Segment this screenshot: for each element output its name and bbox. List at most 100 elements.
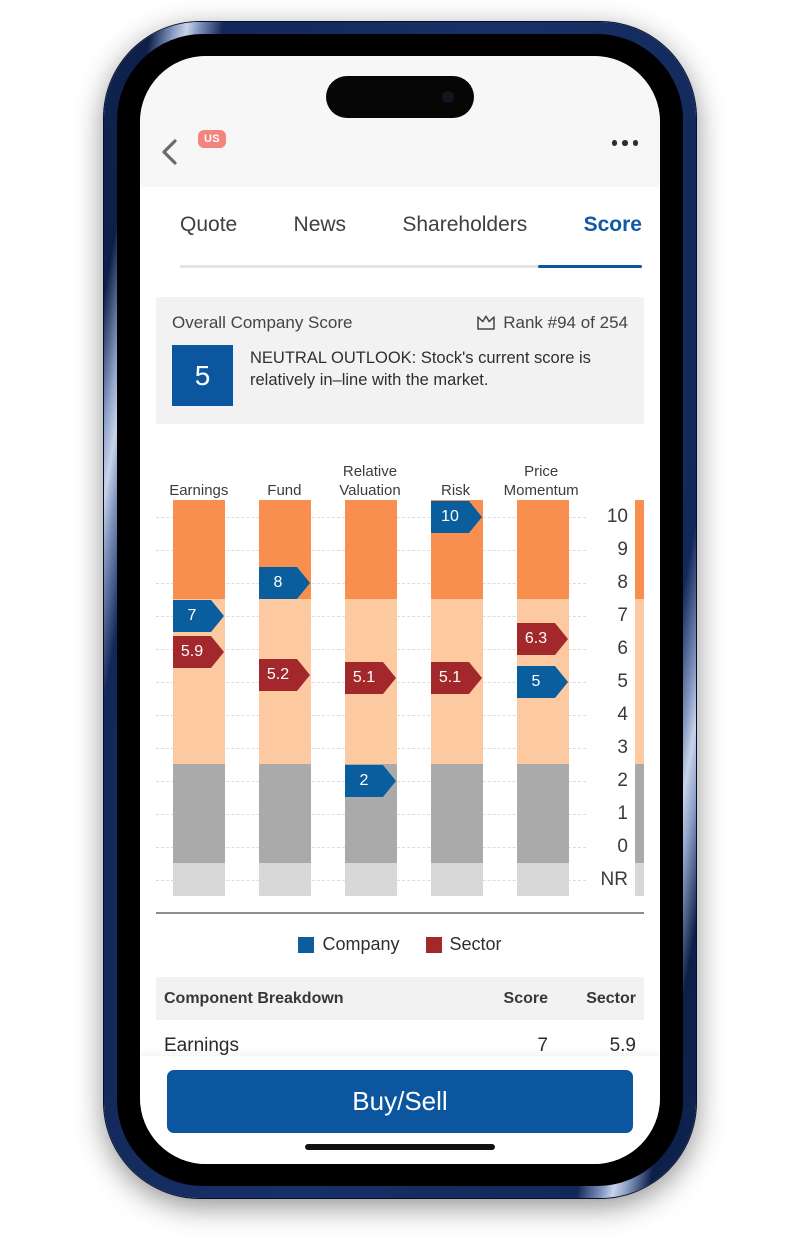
home-indicator[interactable] <box>305 1144 495 1150</box>
scale-strip-zone-high <box>635 500 644 599</box>
bar-zone-low <box>259 764 311 863</box>
bar-column-fund[interactable]: 5.2 8 <box>242 500 328 896</box>
chart-header-risk: Risk <box>440 481 471 499</box>
bar-zone-high <box>517 500 569 599</box>
chart-legend: Company Sector <box>140 934 660 955</box>
bar-stack <box>345 500 397 896</box>
table-row[interactable]: Earnings 7 5.9 <box>156 1020 644 1056</box>
marker-value-label: 2 <box>345 764 383 797</box>
tab-active-indicator <box>538 265 642 268</box>
bar-zone-nr <box>173 863 225 896</box>
marker-value-label: 10 <box>431 500 469 533</box>
ellipsis-dot <box>611 140 617 146</box>
legend-item-sector: Sector <box>425 934 502 955</box>
tab-quote[interactable]: Quote <box>180 213 237 259</box>
marker-sector-relative-valuation[interactable]: 5.1 <box>345 662 396 695</box>
marker-value-label: 5.1 <box>431 662 469 695</box>
marker-sector-risk[interactable]: 5.1 <box>431 662 482 695</box>
bar-zone-nr <box>259 863 311 896</box>
bar-zone-nr <box>345 863 397 896</box>
y-axis-tick-5: 5 <box>617 670 628 692</box>
overall-score-value: 5 <box>172 345 233 406</box>
column-header-score: Score <box>503 989 548 1007</box>
legend-label-company: Company <box>322 934 400 954</box>
bar-zone-low <box>431 764 483 863</box>
y-axis-tick-6: 6 <box>617 637 628 659</box>
tab-score[interactable]: Score <box>584 213 642 259</box>
y-axis-tick-8: 8 <box>617 571 628 593</box>
bar-stack <box>431 500 483 896</box>
chart-header-earnings: Earnings <box>169 481 229 499</box>
y-axis-tick-9: 9 <box>617 538 628 560</box>
marker-sector-fund[interactable]: 5.2 <box>259 658 310 691</box>
marker-sector-earnings[interactable]: 5.9 <box>173 635 224 668</box>
outlook-text: NEUTRAL OUTLOOK: Stock's current score i… <box>250 345 628 392</box>
marker-pointer-icon <box>211 635 224 668</box>
bar-stack <box>259 500 311 896</box>
bar-column-risk[interactable]: 5.1 10 <box>414 500 500 896</box>
bar-zone-high <box>345 500 397 599</box>
bar-column-earnings[interactable]: 5.9 7 <box>156 500 242 896</box>
rank-text: Rank #94 of 254 <box>503 313 628 332</box>
marker-pointer-icon <box>555 622 568 655</box>
tab-shareholders[interactable]: Shareholders <box>402 213 527 259</box>
marker-company-relative-valuation[interactable]: 2 <box>345 764 396 797</box>
marker-company-risk[interactable]: 10 <box>431 500 482 533</box>
chart-scale-strip <box>635 500 644 896</box>
marker-pointer-icon <box>297 566 310 599</box>
bar-zone-high <box>173 500 225 599</box>
cell-component: Earnings <box>164 1035 239 1056</box>
rank-wrap: Rank #94 of 254 <box>476 313 628 333</box>
navigation-bar: US <box>140 116 660 187</box>
legend-swatch-company <box>298 936 315 953</box>
chevron-left-icon <box>162 139 177 165</box>
front-camera-icon <box>442 91 454 103</box>
table-body: Earnings75.9Fundamentals85.2 <box>156 1020 644 1056</box>
buy-sell-button[interactable]: Buy/Sell <box>167 1070 633 1133</box>
tab-underline-track <box>180 265 642 268</box>
overall-score-label: Overall Company Score <box>172 313 353 332</box>
bar-column-relative-valuation[interactable]: 5.1 2 <box>328 500 414 896</box>
y-axis-tick-2: 2 <box>617 769 628 791</box>
column-header-sector: Sector <box>586 989 636 1007</box>
score-content: Overall Company Score Rank #94 of 254 5 … <box>140 277 660 1056</box>
marker-company-fund[interactable]: 8 <box>259 566 310 599</box>
back-button[interactable] <box>152 134 188 170</box>
column-header-component: Component Breakdown <box>164 989 344 1007</box>
marker-pointer-icon <box>383 764 396 797</box>
score-chart: Earnings Fund Relative Valuation Risk Price Mo… <box>156 448 644 896</box>
legend-swatch-sector <box>425 936 442 953</box>
y-axis-tick-0: 0 <box>617 835 628 857</box>
marker-company-price-momentum[interactable]: 5 <box>517 665 568 698</box>
overall-card-header: Overall Company Score Rank #94 of 254 <box>172 313 628 333</box>
marker-value-label: 7 <box>173 599 211 632</box>
more-options-button[interactable] <box>611 140 638 146</box>
bar-stack <box>517 500 569 896</box>
bar-zone-low <box>173 764 225 863</box>
marker-pointer-icon <box>469 500 482 533</box>
y-axis-tick-10: 10 <box>606 505 628 527</box>
bar-column-price-momentum[interactable]: 6.3 5 <box>500 500 586 896</box>
marker-company-earnings[interactable]: 7 <box>173 599 224 632</box>
marker-value-label: 6.3 <box>517 622 555 655</box>
ellipsis-dot <box>632 140 638 146</box>
chart-header-fund: Fund <box>267 481 302 499</box>
table-header-row: Component Breakdown Score Sector <box>156 977 644 1020</box>
dynamic-island <box>326 76 474 118</box>
marker-value-label: 5.1 <box>345 662 383 695</box>
tab-news[interactable]: News <box>294 213 347 259</box>
bar-zone-nr <box>517 863 569 896</box>
chart-header-price-momentum: Price Momentum <box>503 462 579 499</box>
legend-divider <box>156 912 644 914</box>
chart-column-headers: Earnings Fund Relative Valuation Risk Price Mo… <box>156 448 584 500</box>
marker-sector-price-momentum[interactable]: 6.3 <box>517 622 568 655</box>
overall-score-card: Overall Company Score Rank #94 of 254 5 … <box>156 297 644 424</box>
outlook-headline: NEUTRAL OUTLOOK: <box>250 349 417 367</box>
crown-icon <box>477 315 495 330</box>
y-axis-tick-1: 1 <box>617 802 628 824</box>
y-axis-tick-nr: NR <box>600 868 628 890</box>
cell-score: 7 <box>537 1035 548 1056</box>
marker-pointer-icon <box>469 662 482 695</box>
marker-value-label: 5 <box>517 665 555 698</box>
y-axis-tick-3: 3 <box>617 736 628 758</box>
